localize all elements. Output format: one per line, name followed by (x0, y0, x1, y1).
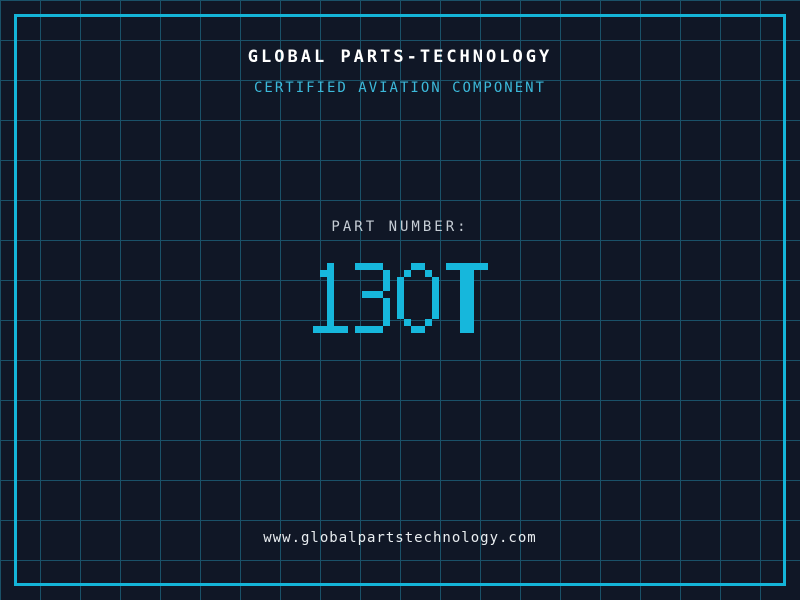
company-title: GLOBAL PARTS-TECHNOLOGY (247, 47, 553, 67)
part-number-value (0, 263, 800, 333)
website-url: www.globalpartstechnology.com (263, 530, 537, 546)
part-number-label: PART NUMBER: (331, 219, 469, 235)
certificate-card: GLOBAL PARTS-TECHNOLOGY CERTIFIED AVIATI… (0, 0, 800, 600)
certification-subtitle: CERTIFIED AVIATION COMPONENT (253, 80, 546, 96)
